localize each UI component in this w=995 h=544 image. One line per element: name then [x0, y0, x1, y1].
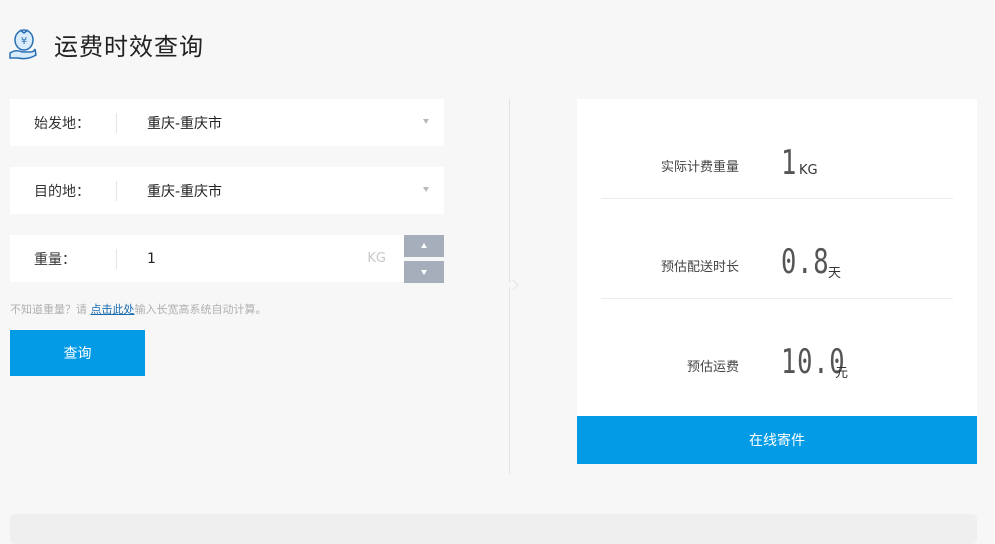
origin-select[interactable]: 始发地： 重庆-重庆市 — [10, 99, 444, 146]
ship-online-button[interactable]: 在线寄件 — [577, 416, 977, 464]
calc-weight-link[interactable]: 点击此处 — [91, 303, 135, 316]
hint-prefix: 不知道重量？请 — [10, 303, 91, 316]
weight-increment-button[interactable] — [404, 235, 444, 257]
result-time-row: 预估配送时长 0.8 天 — [601, 198, 953, 298]
result-fee-label: 预估运费 — [686, 360, 739, 375]
field-separator — [116, 180, 117, 201]
weight-field: 重量： KG — [10, 235, 404, 282]
field-separator — [116, 248, 117, 269]
result-fee-unit: 元 — [835, 366, 849, 381]
chevron-down-icon[interactable] — [423, 119, 429, 124]
result-panel: 实际计费重量 1 KG 预估配送时长 0.8 天 预估运费 10.0 元 — [577, 99, 977, 416]
result-fee-row: 预估运费 10.0 元 — [601, 298, 953, 398]
result-weight-label: 实际计费重量 — [660, 160, 739, 175]
result-time-label: 预估配送时长 — [660, 260, 739, 275]
weight-unit: KG — [367, 251, 386, 266]
result-weight-row: 实际计费重量 1 KG — [601, 99, 953, 198]
weight-input-wrap — [147, 250, 404, 267]
weight-hint: 不知道重量？请 点击此处输入长宽高系统自动计算。 — [10, 301, 267, 317]
origin-value: 重庆-重庆市 — [147, 115, 223, 132]
query-button[interactable]: 查询 — [10, 330, 145, 376]
hint-suffix: 输入长宽高系统自动计算。 — [134, 303, 267, 316]
page-title: 运费时效查询 — [54, 32, 204, 61]
arrow-up-icon — [421, 243, 427, 248]
weight-label: 重量： — [34, 251, 76, 268]
svg-text:¥: ¥ — [21, 36, 27, 47]
result-time-value: 0.8 — [781, 242, 830, 282]
origin-label: 始发地： — [34, 115, 90, 132]
field-separator — [116, 112, 117, 133]
destination-value: 重庆-重庆市 — [147, 183, 223, 200]
chevron-down-icon[interactable] — [423, 187, 429, 192]
bottom-panel — [10, 514, 977, 544]
arrow-down-icon — [421, 270, 427, 275]
result-time-unit: 天 — [828, 266, 842, 281]
weight-input[interactable] — [147, 250, 347, 267]
result-weight-unit: KG — [799, 163, 818, 178]
destination-select[interactable]: 目的地： 重庆-重庆市 — [10, 167, 444, 214]
result-weight-value: 1 — [781, 143, 798, 183]
destination-label: 目的地： — [34, 183, 90, 200]
page-header: ¥ 运费时效查询 — [8, 26, 204, 62]
money-bag-hand-icon: ¥ — [9, 29, 37, 60]
weight-decrement-button[interactable] — [404, 261, 444, 283]
